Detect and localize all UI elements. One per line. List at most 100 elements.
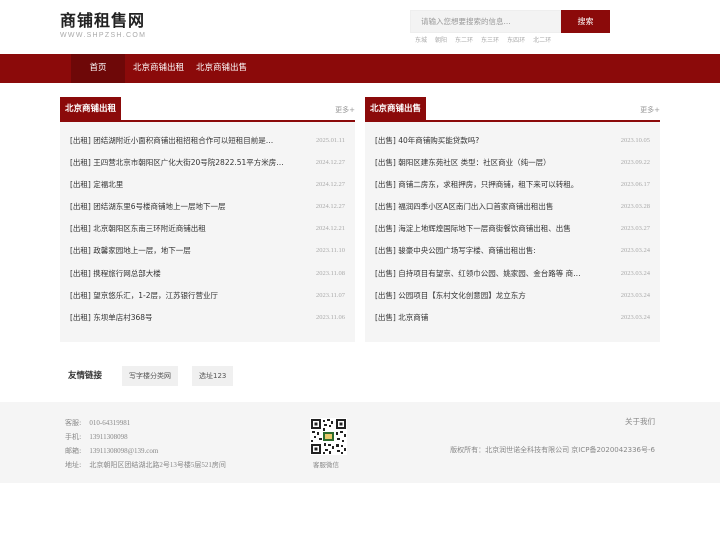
rent-panel: 北京商铺出租 更多+ [出租] 团结湖附近小面积商铺出租招租合作可以短租目前是…… <box>60 97 355 342</box>
list-item[interactable]: [出售] 骏豪中央公园广场写字楼、商铺出租出售: 2023.03.24 <box>365 240 660 262</box>
contact-label: 地址: <box>65 461 82 469</box>
contact-value: 13911308098@139.com <box>89 447 159 455</box>
list-item-date: 2024.12.27 <box>315 159 345 167</box>
list-item-date: 2024.12.27 <box>315 181 345 189</box>
contact-mobile: 手机: 13911308098 <box>65 430 226 444</box>
list-item-date: 2023.03.27 <box>620 225 650 233</box>
footer: 客服: 010-64319981 手机: 13911308098 邮箱: 139113… <box>0 402 720 483</box>
qr-code-icon <box>310 418 347 455</box>
copyright-text: 版权所有：北京润世诺全科技有限公司 京ICP备2020042336号-6 <box>450 446 655 454</box>
header: 商铺租售网 WWW.SHPZSH.COM 搜索 东城 朝阳 东二环 东三环 东四… <box>0 0 720 54</box>
list-item[interactable]: [出租] 东坝单店村368号 2023.11.06 <box>60 307 355 329</box>
list-item-date: 2023.03.24 <box>620 269 650 277</box>
sale-panel-header: 北京商铺出售 更多+ <box>365 97 660 122</box>
list-item[interactable]: [出售] 海淀上地辉煌国际地下一层商街餐饮商铺出租、出售 2023.03.27 <box>365 218 660 240</box>
list-item[interactable]: [出售] 商铺二房东，求租押房，只押商铺，租下来可以转租。 2023.06.17 <box>365 174 660 196</box>
list-item[interactable]: [出租] 政馨家园地上一层，地下一层 2023.11.10 <box>60 240 355 262</box>
list-item-title[interactable]: [出租] 王四营北京市朝阳区广化大街20号院2822.51平方米房… <box>70 152 290 174</box>
logo-subtitle: WWW.SHPZSH.COM <box>60 32 147 39</box>
rent-panel-header: 北京商铺出租 更多+ <box>60 97 355 122</box>
sale-panel-title[interactable]: 北京商铺出售 <box>365 97 427 122</box>
main-nav: 首页 北京商铺出租 北京商铺出售 <box>0 54 720 83</box>
list-item-title[interactable]: [出售] 骏豪中央公园广场写字楼、商铺出租出售: <box>375 240 595 262</box>
contact-email: 邮箱: 13911308098@139.com <box>65 444 226 458</box>
list-item-date: 2023.03.24 <box>620 291 650 299</box>
about-us-link[interactable]: 关于我们 <box>625 416 655 427</box>
list-item[interactable]: [出售] 公园项目【东村文化创意园】龙立东方 2023.03.24 <box>365 285 660 307</box>
list-item-title[interactable]: [出售] 40年商铺购买能贷款吗? <box>375 130 595 152</box>
contact-label: 客服: <box>65 419 82 427</box>
list-item-title[interactable]: [出租] 望京悠乐汇，1-2层，江苏银行营业厅 <box>70 285 290 307</box>
list-item-date: 2023.03.24 <box>620 247 650 255</box>
list-item-date: 2025.01.11 <box>315 137 345 144</box>
list-item-title[interactable]: [出租] 东坝单店村368号 <box>70 307 290 329</box>
list-item-title[interactable]: [出租] 携程旅行网总部大楼 <box>70 263 290 285</box>
list-item-date: 2023.09.22 <box>620 159 650 167</box>
list-item-date: 2023.11.10 <box>315 247 345 255</box>
search-button[interactable]: 搜索 <box>561 10 610 33</box>
logo[interactable]: 商铺租售网 WWW.SHPZSH.COM <box>60 11 146 39</box>
rent-list: [出租] 团结湖附近小面积商铺出租招租合作可以短租目前是… 2025.01.11 … <box>60 122 355 329</box>
list-item-date: 2023.06.17 <box>620 181 650 189</box>
list-item[interactable]: [出售] 40年商铺购买能贷款吗? 2023.10.05 <box>365 130 660 152</box>
list-item-date: 2023.11.08 <box>315 269 345 277</box>
list-item-title[interactable]: [出售] 朝阳区建东苑社区 类型：社区商业（纯一层） <box>375 152 595 174</box>
list-item[interactable]: [出租] 团结湖东里6号楼商铺地上一层地下一层 2024.12.27 <box>60 196 355 218</box>
friend-link[interactable]: 选址123 <box>192 366 234 386</box>
contact-label: 手机: <box>65 433 82 441</box>
list-item-title[interactable]: [出售] 自持项目有望京、红领巾公园、姚家园、金台路等 商… <box>375 263 595 285</box>
rent-more-link[interactable]: 更多+ <box>335 105 355 115</box>
list-item-date: 2023.10.05 <box>620 137 650 144</box>
list-item-title[interactable]: [出售] 福润四季小区A区南门出入口首家商铺出租出售 <box>375 196 595 218</box>
rent-panel-title[interactable]: 北京商铺出租 <box>60 97 122 122</box>
hot-tag[interactable]: 东城 <box>415 35 427 44</box>
list-item-date: 2024.12.27 <box>315 203 345 211</box>
list-item-title[interactable]: [出租] 团结湖附近小面积商铺出租招租合作可以短租目前是… <box>70 130 290 152</box>
contact-phone: 客服: 010-64319981 <box>65 416 226 430</box>
contact-info: 客服: 010-64319981 手机: 13911308098 邮箱: 139113… <box>65 416 226 472</box>
contact-value: 北京朝阳区团结湖北路2号13号楼5层521房间 <box>89 461 226 469</box>
contact-value: 13911308098 <box>89 433 128 441</box>
search-input[interactable] <box>410 10 561 33</box>
list-item[interactable]: [出租] 北京朝阳区东南三环附近商铺出租 2024.12.21 <box>60 218 355 240</box>
list-item-title[interactable]: [出租] 政馨家园地上一层，地下一层 <box>70 240 290 262</box>
list-item-title[interactable]: [出售] 公园项目【东村文化创意园】龙立东方 <box>375 285 595 307</box>
list-item-date: 2023.03.24 <box>620 313 650 321</box>
list-item[interactable]: [出租] 携程旅行网总部大楼 2023.11.08 <box>60 263 355 285</box>
hot-tag[interactable]: 东二环 <box>455 35 473 44</box>
friend-link[interactable]: 写字楼分类网 <box>122 366 178 386</box>
hot-tag[interactable]: 朝阳 <box>435 35 447 44</box>
contact-address: 地址: 北京朝阳区团结湖北路2号13号楼5层521房间 <box>65 458 226 472</box>
qr-caption: 客服微信 <box>313 461 339 469</box>
nav-item-home[interactable]: 首页 <box>71 54 125 83</box>
hot-tag[interactable]: 北二环 <box>533 35 551 44</box>
list-item[interactable]: [出售] 福润四季小区A区南门出入口首家商铺出租出售 2023.03.28 <box>365 196 660 218</box>
list-item-title[interactable]: [出租] 北京朝阳区东南三环附近商铺出租 <box>70 218 290 240</box>
list-item-title[interactable]: [出售] 北京商铺 <box>375 307 595 329</box>
hot-tag[interactable]: 东四环 <box>507 35 525 44</box>
list-item-date: 2023.11.07 <box>315 291 345 299</box>
sale-list: [出售] 40年商铺购买能贷款吗? 2023.10.05 [出售] 朝阳区建东苑社… <box>365 122 660 329</box>
list-item[interactable]: [出租] 王四营北京市朝阳区广化大街20号院2822.51平方米房… 2024.1… <box>60 152 355 174</box>
list-item[interactable]: [出租] 团结湖附近小面积商铺出租招租合作可以短租目前是… 2025.01.11 <box>60 130 355 152</box>
list-item[interactable]: [出售] 北京商铺 2023.03.24 <box>365 307 660 329</box>
list-item[interactable]: [出租] 定福北里 2024.12.27 <box>60 174 355 196</box>
friend-links: 友情链接 写字楼分类网 选址123 <box>60 366 660 386</box>
contact-value: 010-64319981 <box>89 419 131 427</box>
sale-panel: 北京商铺出售 更多+ [出售] 40年商铺购买能贷款吗? 2023.10.05 [… <box>365 97 660 342</box>
sale-more-link[interactable]: 更多+ <box>640 105 660 115</box>
hot-tag[interactable]: 东三环 <box>481 35 499 44</box>
logo-title[interactable]: 商铺租售网 <box>60 11 146 31</box>
list-item-title[interactable]: [出租] 定福北里 <box>70 174 290 196</box>
list-item-title[interactable]: [出租] 团结湖东里6号楼商铺地上一层地下一层 <box>70 196 290 218</box>
list-item[interactable]: [出租] 望京悠乐汇，1-2层，江苏银行营业厅 2023.11.07 <box>60 285 355 307</box>
nav-item-rent[interactable]: 北京商铺出租 <box>133 54 184 83</box>
hot-tags: 东城 朝阳 东二环 东三环 东四环 北二环 <box>415 35 559 44</box>
list-item-title[interactable]: [出售] 商铺二房东，求租押房，只押商铺，租下来可以转租。 <box>375 174 595 196</box>
list-item-date: 2024.12.21 <box>315 225 345 233</box>
list-item-date: 2023.11.06 <box>315 313 345 321</box>
list-item-title[interactable]: [出售] 海淀上地辉煌国际地下一层商街餐饮商铺出租、出售 <box>375 218 595 240</box>
list-item[interactable]: [出售] 朝阳区建东苑社区 类型：社区商业（纯一层） 2023.09.22 <box>365 152 660 174</box>
list-item[interactable]: [出售] 自持项目有望京、红领巾公园、姚家园、金台路等 商… 2023.03.24 <box>365 263 660 285</box>
nav-item-sale[interactable]: 北京商铺出售 <box>196 54 247 83</box>
